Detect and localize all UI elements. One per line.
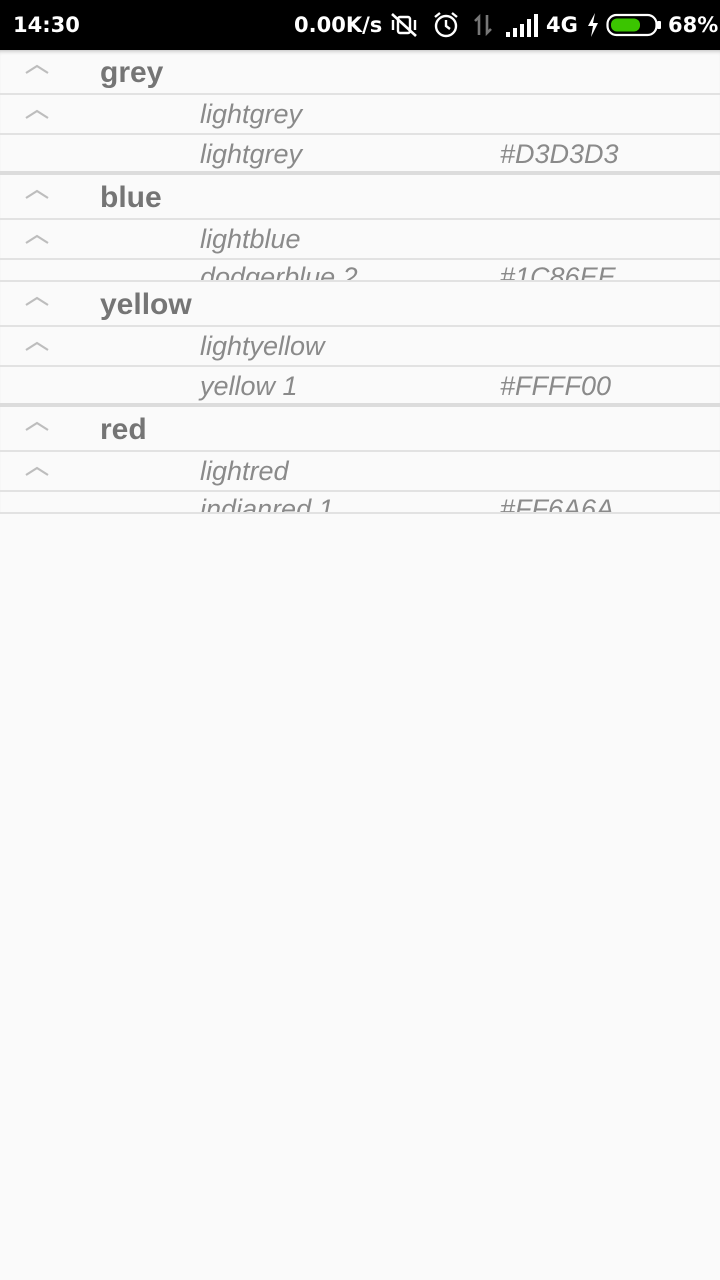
group-row[interactable]: red <box>0 407 720 452</box>
subgroup-label: lightred <box>200 456 289 486</box>
charging-icon <box>584 0 602 50</box>
subgroup-label: lightyellow <box>200 331 325 361</box>
battery-icon <box>606 0 662 50</box>
status-bar: 14:30 0.00K/s 4G 68% <box>0 0 720 50</box>
subgroup-row[interactable]: lightgrey <box>0 95 720 135</box>
color-hex: #FF6A6A <box>500 494 615 514</box>
chevron-up-icon[interactable] <box>24 232 50 246</box>
chevron-up-icon[interactable] <box>24 294 50 308</box>
group-row[interactable]: yellow <box>0 282 720 327</box>
group-yellow: yellow lightyellow yellow 1 #FFFF00 <box>0 282 720 407</box>
color-row[interactable]: yellow 1 #FFFF00 <box>0 367 720 407</box>
subgroup-row[interactable]: lightblue <box>0 220 720 260</box>
group-grey: grey lightgrey lightgrey #D3D3D3 <box>0 50 720 175</box>
color-row[interactable]: dodgerblue 2 #1C86EE <box>0 260 720 282</box>
color-hex: #FFFF00 <box>500 371 612 401</box>
group-blue: blue lightblue dodgerblue 2 #1C86EE <box>0 175 720 282</box>
group-red: red lightred indianred 1 #FF6A6A <box>0 407 720 514</box>
chevron-up-icon[interactable] <box>24 339 50 353</box>
group-label: yellow <box>100 288 192 321</box>
chevron-up-icon[interactable] <box>24 419 50 433</box>
color-hex: #1C86EE <box>500 262 616 282</box>
group-label: grey <box>100 56 164 89</box>
color-row[interactable]: indianred 1 #FF6A6A <box>0 492 720 514</box>
subgroup-row[interactable]: lightyellow <box>0 327 720 367</box>
color-name: lightgrey <box>200 139 303 169</box>
color-tree-list: grey lightgrey lightgrey #D3D3D3 blue li… <box>0 50 720 514</box>
color-name: indianred 1 <box>200 494 334 514</box>
chevron-up-icon[interactable] <box>24 187 50 201</box>
data-arrows-icon <box>470 0 496 50</box>
color-row[interactable]: lightgrey #D3D3D3 <box>0 135 720 175</box>
subgroup-row[interactable]: lightred <box>0 452 720 492</box>
status-network-type: 4G <box>546 13 578 37</box>
status-battery-percent: 68% <box>668 13 719 37</box>
status-net-speed: 0.00K/s <box>294 13 383 37</box>
chevron-up-icon[interactable] <box>24 107 50 121</box>
subgroup-label: lightblue <box>200 224 301 254</box>
group-row[interactable]: blue <box>0 175 720 220</box>
chevron-up-icon[interactable] <box>24 62 50 76</box>
subgroup-label: lightgrey <box>200 99 303 129</box>
status-time: 14:30 <box>13 13 80 37</box>
color-name: dodgerblue 2 <box>200 262 358 282</box>
color-hex: #D3D3D3 <box>500 139 619 169</box>
group-label: red <box>100 413 147 446</box>
mute-vibrate-icon <box>388 0 420 50</box>
signal-icon <box>504 0 540 50</box>
color-name: yellow 1 <box>200 371 298 401</box>
chevron-up-icon[interactable] <box>24 464 50 478</box>
group-row[interactable]: grey <box>0 50 720 95</box>
group-label: blue <box>100 181 162 214</box>
alarm-icon <box>431 0 461 50</box>
